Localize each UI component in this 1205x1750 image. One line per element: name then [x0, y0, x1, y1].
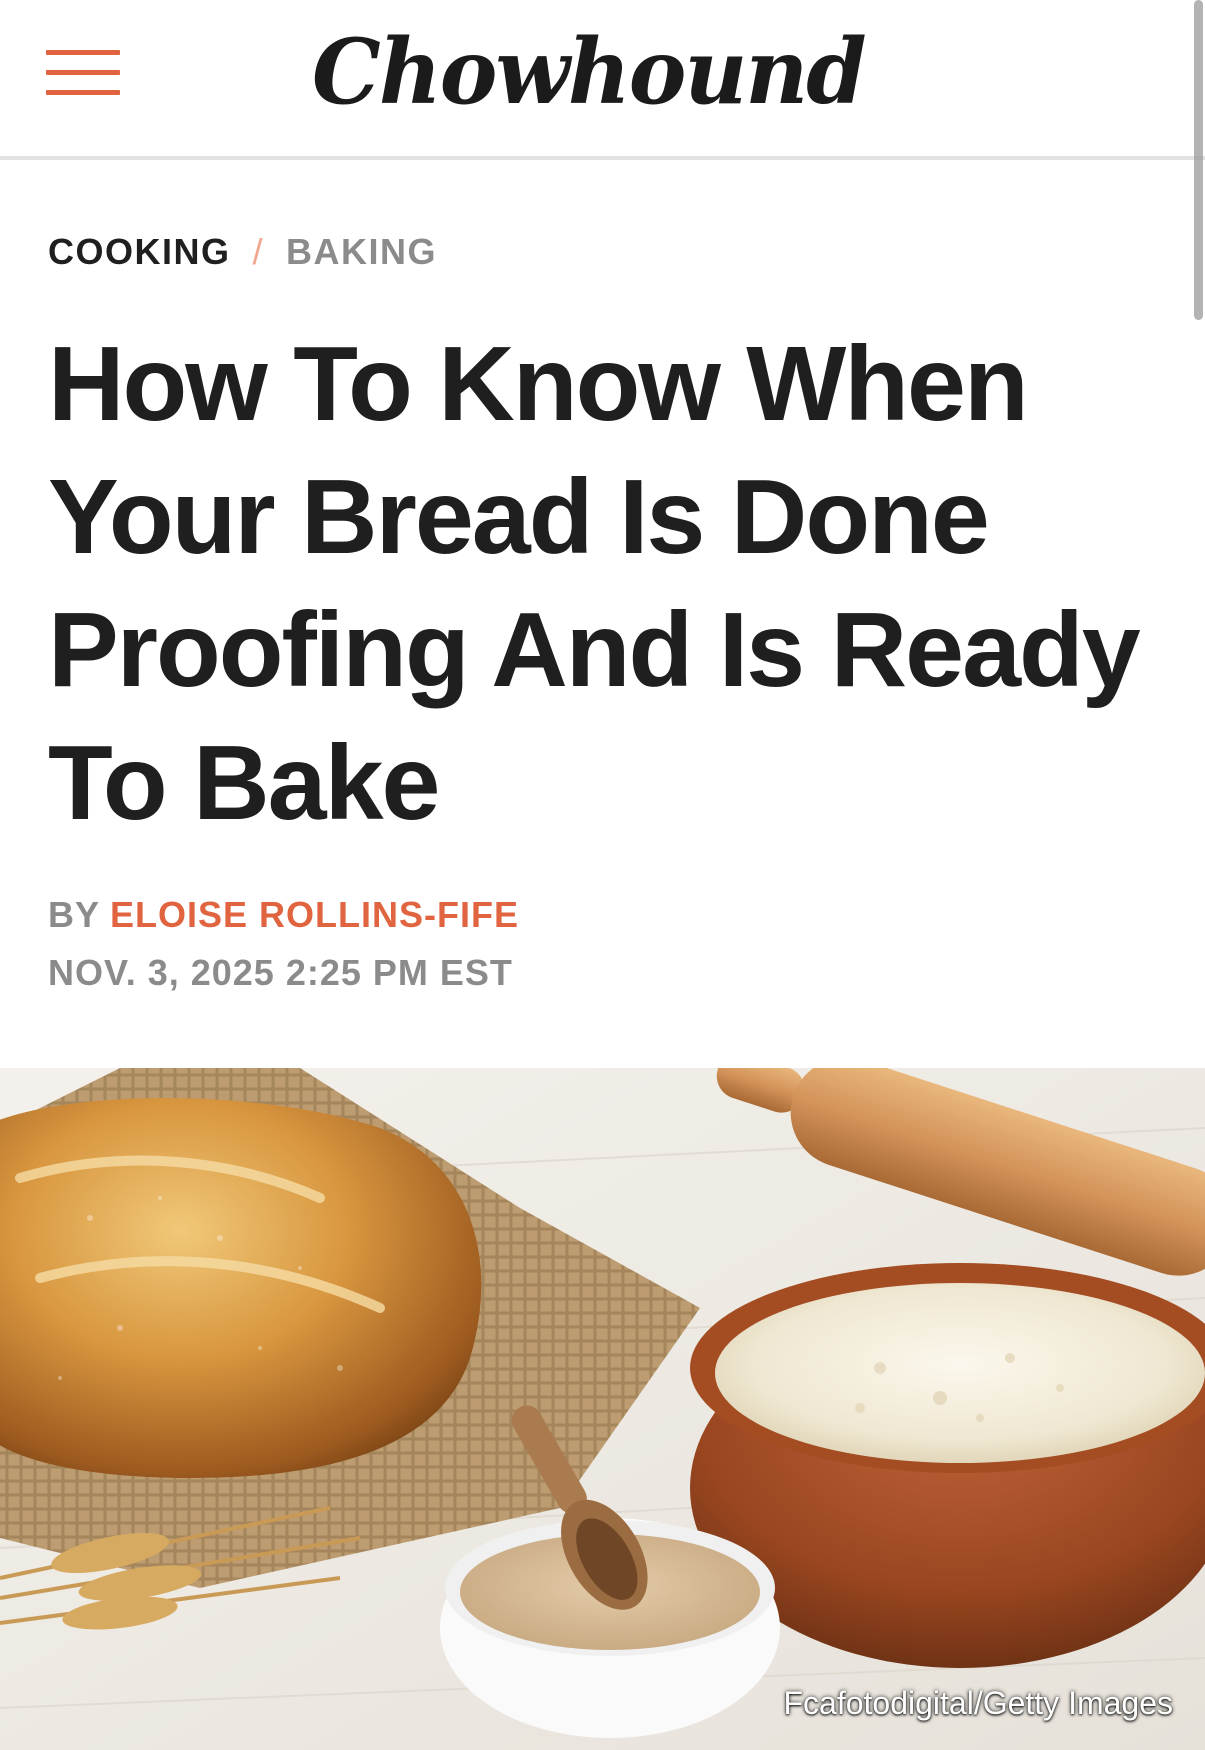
photo-credit: Fcafotodigital/Getty Images [783, 1685, 1173, 1721]
author-link[interactable]: ELOISE ROLLINS-FIFE [110, 894, 519, 935]
site-header: Chowhound [0, 0, 1205, 160]
byline: BY ELOISE ROLLINS-FIFE [48, 893, 519, 937]
menu-bar [46, 70, 120, 75]
breadcrumb: COOKING / BAKING [48, 230, 437, 274]
scrollbar-thumb[interactable] [1194, 0, 1203, 320]
article-title: How To Know When Your Bread Is Done Proo… [48, 325, 1141, 842]
breadcrumb-link-cooking[interactable]: COOKING [48, 231, 231, 272]
menu-bar [46, 50, 120, 55]
byline-prefix: BY [48, 894, 101, 935]
hero-photo [0, 1068, 1205, 1750]
hero-image: Fcafotodigital/Getty Images [0, 1068, 1205, 1750]
menu-bar [46, 90, 120, 95]
site-logo[interactable]: Chowhound [312, 22, 878, 122]
hamburger-menu-icon[interactable] [46, 50, 120, 96]
breadcrumb-link-baking[interactable]: BAKING [286, 231, 437, 272]
publish-date: NOV. 3, 2025 2:25 PM EST [48, 952, 513, 993]
breadcrumb-separator: / [252, 231, 265, 272]
